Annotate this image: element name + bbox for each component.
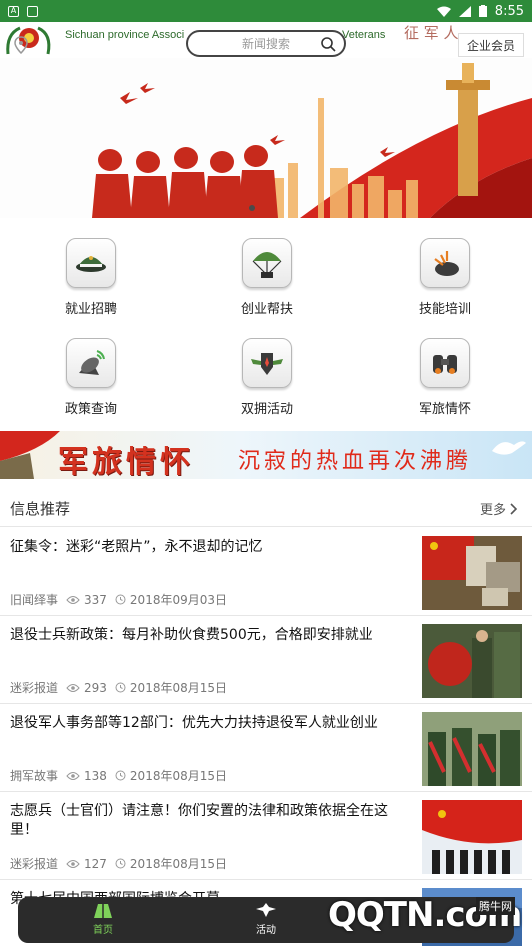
nav-home[interactable]: 首页 [73,901,133,936]
news-thumbnail [422,536,522,610]
site-watermark: QQTN.com 腾牛网 [322,895,532,946]
news-meta: 迷彩报道 127 2018年08月15日 [10,855,227,872]
views-eye-icon [66,595,80,604]
more-link[interactable]: 更多 [480,499,518,518]
recommended-section-header: 信息推荐 更多 [0,487,532,527]
news-item[interactable]: 退役军人事务部等12部门：优先大力扶持退役军人就业创业 拥军故事 138 201… [0,704,532,792]
news-meta: 迷彩报道 293 2018年08月15日 [10,679,227,696]
grid-item-employment[interactable]: 就业招聘 [30,226,150,326]
battery-icon [478,5,487,17]
promo-title: 军旅情怀 [58,445,194,479]
news-category: 拥军故事 [10,769,59,783]
wifi-icon [436,6,451,17]
news-date: 2018年09月03日 [129,593,228,607]
news-views: 138 [84,768,107,783]
binoculars-icon [420,338,470,388]
hero-banner[interactable] [0,58,532,218]
org-name-text: Sichuan province Associ [65,29,185,41]
home-icon [94,904,112,918]
news-category: 迷彩报道 [10,681,59,695]
news-item[interactable]: 退役士兵新政策：每月补助伙食费500元，合格即安排就业 迷彩报道 293 201… [0,616,532,704]
parachute-icon [242,238,292,288]
org-name-tail-text: Veterans [342,29,386,41]
news-title: 退役军人事务部等12部门：优先大力扶持退役军人就业创业 [10,715,378,731]
grid-item-dual-support[interactable]: 双拥活动 [206,326,326,426]
nav-activity[interactable]: 活动 [236,901,296,936]
news-views: 337 [84,592,107,607]
grid-label: 政策查询 [64,402,117,417]
views-eye-icon [66,683,80,692]
enterprise-member-button[interactable]: 企业会员 [458,33,524,57]
nav-activity-label: 活动 [256,925,276,936]
grid-label: 创业帮扶 [240,302,293,317]
news-title: 征集令：迷彩“老照片”，永不退却的记忆 [10,539,263,555]
watermark-badge: 腾牛网 [476,897,515,915]
news-date: 2018年08月15日 [129,857,228,871]
notification-box-icon [27,5,38,17]
promo-subtitle: 沉寂的热血再次沸腾 [238,449,473,474]
clock-icon [115,858,126,869]
news-category: 迷彩报道 [10,857,59,871]
clock-icon [115,594,126,605]
more-label: 更多 [479,503,506,518]
grid-item-skill-training[interactable]: 技能培训 [384,226,504,326]
news-date: 2018年08月15日 [129,769,228,783]
feature-grid: 就业招聘 创业帮扶 技能培训 政策查询 双拥活动 军旅情怀 [0,226,532,426]
section-title: 信息推荐 [10,500,71,518]
military-cap-icon [66,238,116,288]
search-input[interactable]: 新闻搜索 [186,30,346,57]
news-item[interactable]: 志愿兵（士官们）请注意！你们安置的法律和政策依据全在这里！ 迷彩报道 127 2… [0,792,532,880]
status-bar: A 8:55 [0,0,532,22]
news-thumbnail [422,624,522,698]
news-thumbnail [422,712,522,786]
news-item[interactable]: 征集令：迷彩“老照片”，永不退却的记忆 旧闻绎事 337 2018年09月03日 [0,528,532,616]
status-time: 8:55 [494,3,524,19]
grid-label: 军旅情怀 [418,402,471,417]
news-date: 2018年08月15日 [129,681,228,695]
news-thumbnail [422,800,522,874]
chevron-right-icon [510,502,518,515]
views-eye-icon [66,859,80,868]
news-views: 127 [84,856,107,871]
nav-home-label: 首页 [93,925,113,936]
notification-a-icon: A [8,5,19,17]
dove-decoration [492,441,526,455]
shield-wings-icon [242,338,292,388]
promo-banner[interactable]: 军旅情怀 沉寂的热血再次沸腾 [0,431,532,479]
calligraphy-logo: 征 军 人 [404,24,459,42]
veterans-salute-illustration [0,58,532,218]
search-icon [321,37,336,52]
news-meta: 旧闻绎事 337 2018年09月03日 [10,591,227,608]
clock-icon [115,682,126,693]
news-title: 志愿兵（士官们）请注意！你们安置的法律和政策依据全在这里！ [10,803,388,838]
news-title: 退役士兵新政策：每月补助伙食费500元，合格即安排就业 [10,627,373,643]
news-category: 旧闻绎事 [10,593,59,607]
grid-label: 双拥活动 [240,402,293,417]
grid-item-policy-query[interactable]: 政策查询 [30,326,150,426]
views-eye-icon [66,771,80,780]
news-meta: 拥军故事 138 2018年08月15日 [10,767,227,784]
search-placeholder: 新闻搜索 [241,37,290,51]
grid-label: 技能培训 [418,302,471,317]
grid-label: 就业招聘 [64,302,117,317]
signal-icon [458,5,471,17]
news-views: 293 [84,680,107,695]
grid-item-startup-support[interactable]: 创业帮扶 [206,226,326,326]
activity-icon [256,903,276,917]
app-screen: A 8:55 Sichuan province Associ Veterans … [0,0,532,946]
clock-icon [115,770,126,781]
grid-item-military-nostalgia[interactable]: 军旅情怀 [384,326,504,426]
location-pin-icon[interactable] [12,36,30,54]
gear-badge-icon [420,238,470,288]
red-flag-decoration [0,431,60,479]
radar-dish-icon [66,338,116,388]
